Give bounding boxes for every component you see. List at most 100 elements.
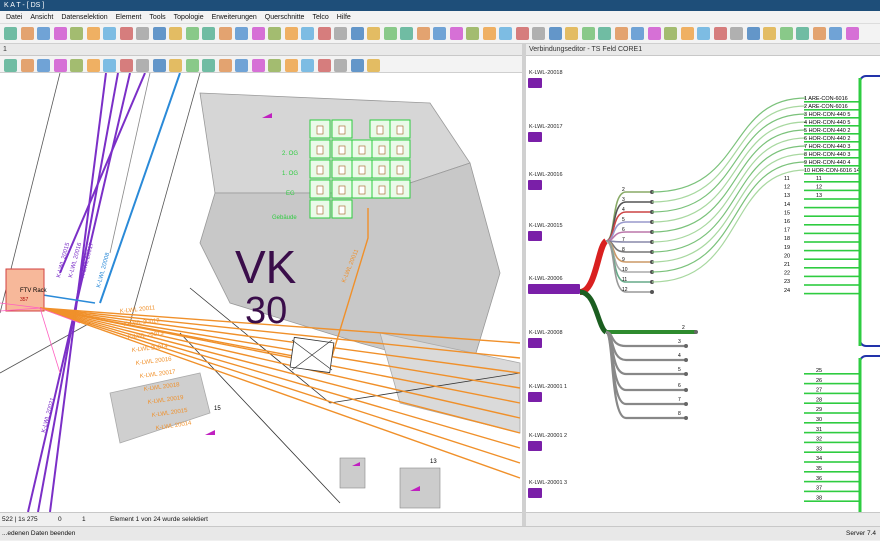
toolbar-button-17[interactable] (268, 27, 281, 40)
menu-element[interactable]: Element (112, 11, 146, 24)
toolbar-button-1[interactable] (4, 27, 17, 40)
toolbar-button-46[interactable] (746, 27, 760, 40)
toolbar-button-14[interactable] (218, 27, 232, 40)
toolbar-button-22[interactable] (350, 27, 364, 40)
toolbar-button-18[interactable] (284, 59, 298, 72)
map-drawing[interactable]: FTV Rack 357 VK 30 2. OG 1. OG EG Gebäud… (0, 73, 522, 512)
port-bar[interactable] (804, 275, 860, 278)
toolbar-button-2[interactable] (20, 59, 34, 72)
port-bar[interactable] (804, 267, 860, 269)
toolbar-button-23[interactable] (367, 27, 380, 40)
toolbar-button-21[interactable] (334, 59, 347, 72)
toolbar-button-5[interactable] (70, 59, 83, 72)
toolbar-button-9[interactable] (136, 59, 149, 72)
toolbar-button-39[interactable] (631, 27, 644, 40)
toolbar-button-34[interactable] (548, 27, 562, 40)
toolbar-button-5[interactable] (70, 27, 83, 40)
toolbar-button-41[interactable] (664, 27, 677, 40)
toolbar-button-3[interactable] (37, 59, 50, 72)
port-bar[interactable] (804, 241, 860, 243)
cable-plug[interactable] (528, 180, 542, 190)
fiber-end[interactable] (684, 372, 688, 376)
port-bar[interactable] (804, 382, 860, 385)
toolbar-button-45[interactable] (730, 27, 743, 40)
toolbar-button-7[interactable] (103, 27, 116, 40)
cable-plug[interactable] (528, 488, 542, 498)
port-bar[interactable] (804, 441, 860, 444)
toolbar-button-20[interactable] (317, 59, 331, 72)
port-bar[interactable] (804, 109, 860, 111)
toolbar-button-52[interactable] (845, 27, 859, 40)
toolbar-button-40[interactable] (647, 27, 661, 40)
port-bar[interactable] (804, 249, 860, 252)
fiber-end[interactable] (684, 358, 688, 362)
toolbar-button-24[interactable] (383, 27, 397, 40)
toolbar-button-9[interactable] (136, 27, 149, 40)
toolbar-button-42[interactable] (680, 27, 694, 40)
connection-pane-scrollbar[interactable] (526, 512, 880, 526)
toolbar-button-25[interactable] (400, 27, 413, 40)
toolbar-button-28[interactable] (449, 27, 463, 40)
patch-panel-1[interactable] (859, 75, 880, 347)
toolbar-button-37[interactable] (598, 27, 611, 40)
toolbar-button-10[interactable] (152, 27, 166, 40)
port-bar[interactable] (804, 157, 860, 159)
map-canvas[interactable]: FTV Rack 357 VK 30 2. OG 1. OG EG Gebäud… (0, 73, 522, 512)
menu-topologie[interactable]: Topologie (170, 11, 208, 24)
toolbar-button-35[interactable] (565, 27, 578, 40)
port-bar[interactable] (804, 165, 860, 167)
toolbar-button-44[interactable] (713, 27, 727, 40)
toolbar-button-15[interactable] (235, 27, 248, 40)
toolbar-button-11[interactable] (169, 27, 182, 40)
port-bar[interactable] (804, 224, 860, 226)
toolbar-button-6[interactable] (86, 27, 100, 40)
fiber-end[interactable] (684, 344, 688, 348)
toolbar-button-11[interactable] (169, 59, 182, 72)
toolbar-button-51[interactable] (829, 27, 842, 40)
toolbar-button-50[interactable] (812, 27, 826, 40)
port-bar[interactable] (804, 198, 860, 200)
toolbar-button-15[interactable] (235, 59, 248, 72)
port-bar[interactable] (804, 490, 860, 493)
fiber-end[interactable] (684, 388, 688, 392)
port-bar[interactable] (804, 173, 860, 175)
toolbar-button-30[interactable] (482, 27, 496, 40)
toolbar-button-22[interactable] (350, 59, 364, 72)
connection-diagram[interactable]: K-LWL-20018 K-LWL-20017 K-LWL-20016 K-LWL-2… (526, 56, 880, 512)
port-bar[interactable] (804, 471, 860, 473)
toolbar-button-4[interactable] (53, 27, 67, 40)
menu-datenselektion[interactable]: Datenselektion (57, 11, 111, 24)
cable-plug[interactable] (528, 132, 542, 142)
toolbar-button-12[interactable] (185, 27, 199, 40)
toolbar-button-38[interactable] (614, 27, 628, 40)
menu-erweiterungen[interactable]: Erweiterungen (208, 11, 261, 24)
toolbar-button-47[interactable] (763, 27, 776, 40)
port-bar[interactable] (804, 500, 860, 502)
fiber-end[interactable] (650, 290, 654, 294)
port-bar[interactable] (804, 125, 860, 127)
patch-panel-2[interactable] (859, 355, 880, 512)
toolbar-button-43[interactable] (697, 27, 710, 40)
port-bar[interactable] (804, 412, 860, 414)
cable-plug[interactable] (528, 441, 542, 451)
toolbar-button-21[interactable] (334, 27, 347, 40)
toolbar-button-18[interactable] (284, 27, 298, 40)
toolbar-button-26[interactable] (416, 27, 430, 40)
menu-querschnitte[interactable]: Querschnitte (261, 11, 309, 24)
port-bar[interactable] (804, 141, 860, 143)
port-bar[interactable] (804, 461, 860, 463)
port-bar[interactable] (804, 422, 860, 424)
cable-plug[interactable] (528, 392, 542, 402)
port-bar[interactable] (804, 284, 860, 286)
fiber-end[interactable] (694, 330, 698, 334)
toolbar-button-4[interactable] (53, 59, 67, 72)
toolbar-button-16[interactable] (251, 27, 265, 40)
port-bar[interactable] (804, 392, 860, 395)
port-bar[interactable] (804, 117, 860, 119)
fiber-end[interactable] (684, 402, 688, 406)
menu-ansicht[interactable]: Ansicht (26, 11, 57, 24)
port-bar[interactable] (804, 149, 860, 151)
port-bar[interactable] (804, 480, 860, 483)
port-bar[interactable] (804, 402, 860, 404)
toolbar-button-7[interactable] (103, 59, 116, 72)
